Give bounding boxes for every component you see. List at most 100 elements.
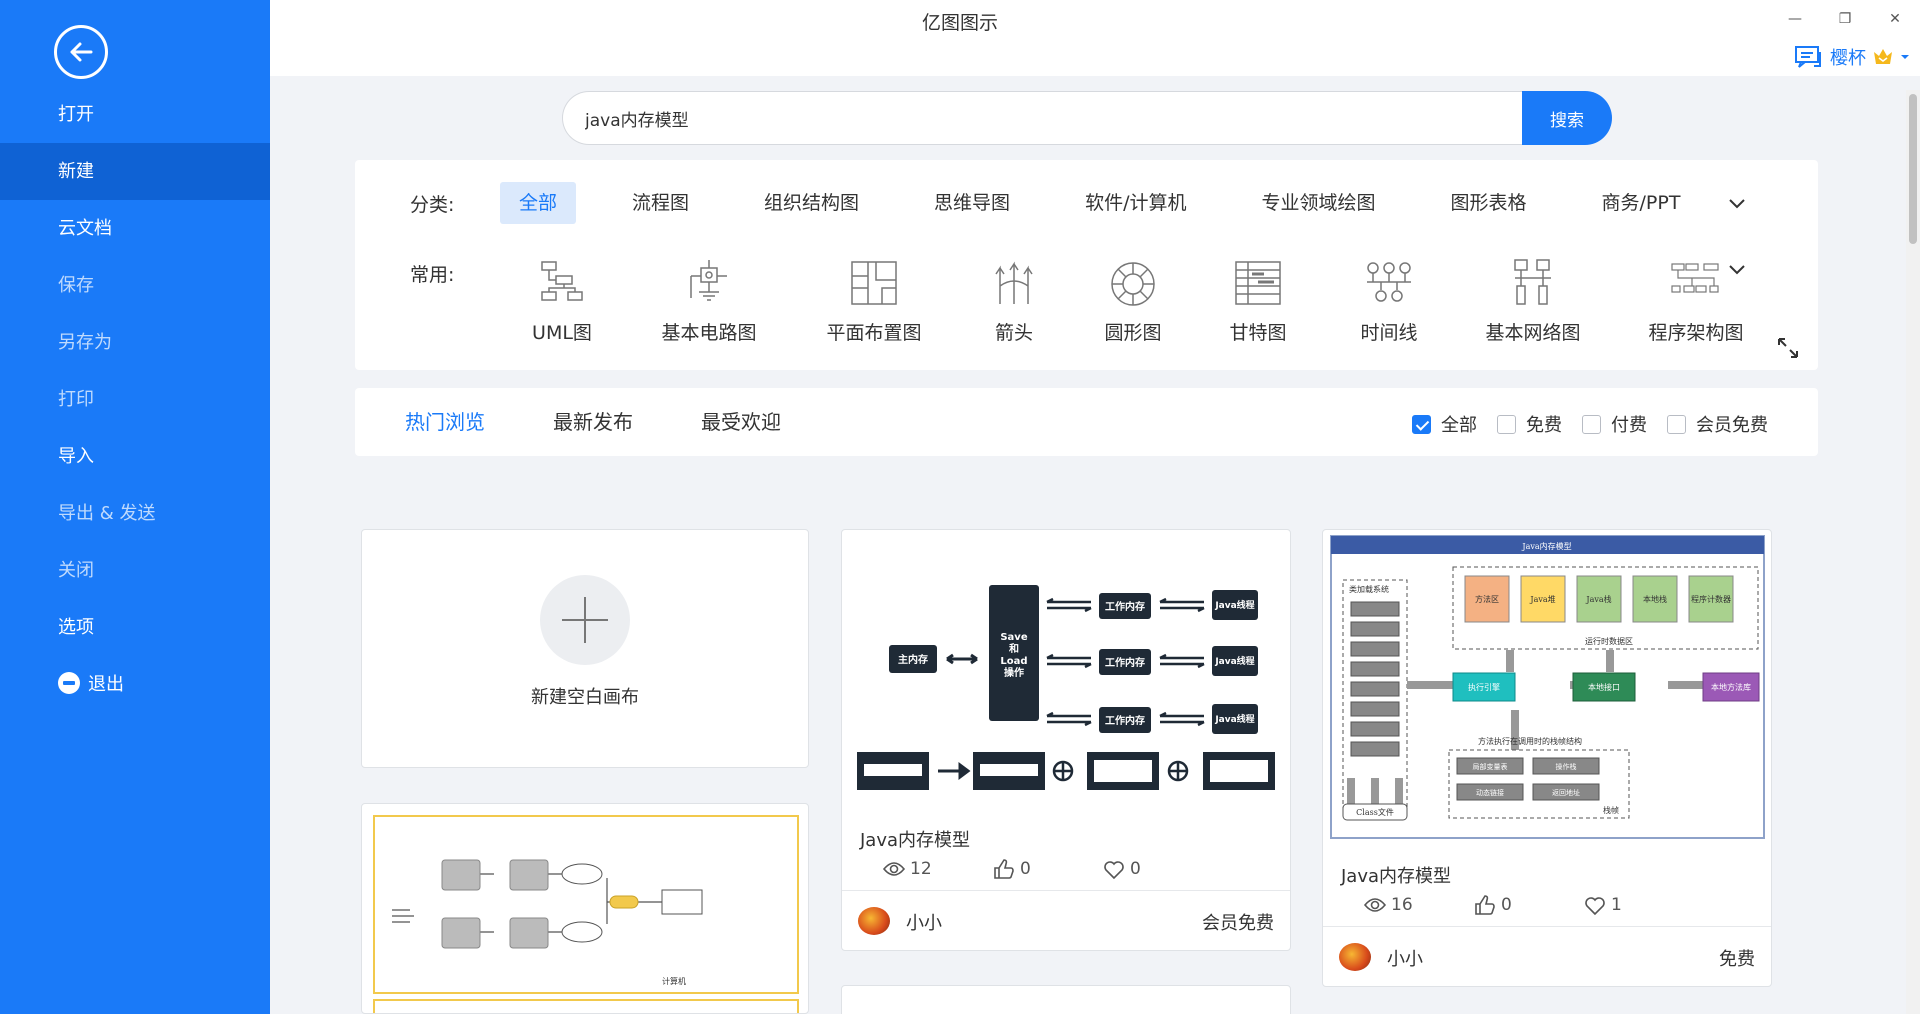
filter-member-free-label: 会员免费	[1696, 415, 1768, 436]
network-icon	[1514, 259, 1551, 305]
sidebar-item-cloud[interactable]: 云文档	[0, 200, 270, 257]
svg-text:运行时数据区: 运行时数据区	[1585, 636, 1633, 646]
category-software[interactable]: 软件/计算机	[1066, 182, 1205, 224]
favorites-stat[interactable]: 0	[1102, 858, 1212, 880]
filter-paid[interactable]: 付费	[1582, 411, 1647, 437]
svg-text:本地接口: 本地接口	[1588, 682, 1620, 692]
likes-count: 0	[1501, 895, 1512, 915]
template-card[interactable]: 主内存 Save 和 Load 操作 工作内存 工作内存 工作内存 Java线程…	[841, 529, 1291, 951]
vertical-scrollbar[interactable]	[1906, 90, 1920, 1014]
category-business[interactable]: 商务/PPT	[1583, 182, 1700, 224]
svg-text:本地方法库: 本地方法库	[1711, 682, 1751, 692]
app-title: 亿图图示	[921, 12, 998, 34]
likes-stat[interactable]: 0	[992, 858, 1102, 880]
thumbs-up-icon	[1475, 895, 1495, 915]
price-label: 会员免费	[1202, 913, 1274, 934]
author-name[interactable]: 小小	[906, 909, 942, 935]
checkbox-all[interactable]	[1412, 414, 1431, 434]
sidebar-item-open[interactable]: 打开	[0, 86, 270, 143]
caret-down-icon[interactable]	[1900, 52, 1910, 62]
common-circle-label: 圆形图	[1104, 322, 1162, 344]
search-button[interactable]: 搜索	[1522, 91, 1612, 145]
svg-text:本地栈: 本地栈	[1643, 594, 1667, 604]
checkbox-member-free[interactable]	[1667, 414, 1686, 434]
sidebar-item-import[interactable]: 导入	[0, 428, 270, 485]
price-label: 免费	[1719, 949, 1755, 970]
new-blank-label: 新建空白画布	[531, 687, 639, 708]
template-card[interactable]: 计算机	[361, 803, 809, 1014]
likes-stat[interactable]: 0	[1473, 894, 1583, 916]
favorites-stat[interactable]: 1	[1583, 894, 1693, 916]
common-arrow[interactable]: 箭头	[954, 258, 1074, 345]
filter-free[interactable]: 免费	[1497, 411, 1562, 437]
author-name[interactable]: 小小	[1387, 945, 1423, 971]
avatar[interactable]	[1339, 943, 1371, 971]
category-mind-map[interactable]: 思维导图	[915, 182, 1029, 224]
user-name[interactable]: 樱杯	[1830, 44, 1866, 70]
category-all[interactable]: 全部	[500, 182, 577, 224]
minimize-button[interactable]: —	[1770, 4, 1820, 34]
sidebar-item-print[interactable]: 打印	[0, 371, 270, 428]
new-blank-canvas-card[interactable]: 新建空白画布	[361, 529, 809, 768]
close-button[interactable]: ✕	[1870, 4, 1920, 34]
timeline-icon	[1367, 262, 1411, 302]
tab-hot[interactable]: 热门浏览	[405, 406, 485, 435]
tab-popular[interactable]: 最受欢迎	[701, 406, 781, 435]
search-input[interactable]	[562, 91, 1522, 145]
template-card[interactable]	[841, 985, 1291, 1014]
checkbox-paid[interactable]	[1582, 414, 1601, 434]
sidebar-item-close[interactable]: 关闭	[0, 542, 270, 599]
common-arrow-label: 箭头	[994, 322, 1033, 344]
svg-text:返回地址: 返回地址	[1552, 788, 1580, 797]
circuit-icon	[690, 260, 727, 301]
common-timeline[interactable]: 时间线	[1324, 258, 1454, 345]
category-flowchart[interactable]: 流程图	[613, 182, 708, 224]
svg-text:工作内存: 工作内存	[1105, 656, 1145, 669]
heart-icon	[1104, 861, 1124, 880]
svg-text:工作内存: 工作内存	[1105, 714, 1145, 727]
filter-member-free[interactable]: 会员免费	[1667, 411, 1768, 437]
template-card[interactable]: Java内存模型 类加载系统 运行时数据区 方法区 Java堆 Java栈 本地…	[1322, 529, 1772, 987]
user-area[interactable]: 樱杯	[1794, 44, 1910, 70]
sidebar-item-exit[interactable]: 退出	[0, 656, 270, 713]
template-title[interactable]: Java内存模型	[1341, 862, 1451, 888]
common-architecture[interactable]: 程序架构图	[1612, 258, 1780, 345]
sidebar-item-new[interactable]: 新建	[0, 143, 270, 200]
common-floorplan[interactable]: 平面布置图	[794, 258, 954, 345]
common-circle[interactable]: 圆形图	[1074, 258, 1192, 345]
common-network[interactable]: 基本网络图	[1454, 258, 1612, 345]
svg-text:Save: Save	[1000, 632, 1027, 643]
common-circuit[interactable]: 基本电路图	[624, 258, 794, 345]
category-table[interactable]: 图形表格	[1431, 182, 1545, 224]
sidebar-item-save[interactable]: 保存	[0, 257, 270, 314]
common-floorplan-label: 平面布置图	[826, 322, 922, 344]
common-uml[interactable]: UML图	[500, 258, 624, 345]
eye-icon	[1363, 898, 1387, 912]
chevron-down-icon[interactable]	[1728, 260, 1746, 278]
svg-text:方法执行在调用时的栈帧结构: 方法执行在调用时的栈帧结构	[1478, 736, 1582, 746]
heart-icon	[1585, 897, 1605, 916]
avatar[interactable]	[858, 907, 890, 935]
expand-icon[interactable]	[1776, 336, 1800, 360]
filter-all[interactable]: 全部	[1412, 411, 1477, 437]
filter-all-label: 全部	[1441, 415, 1477, 436]
favorites-count: 1	[1611, 895, 1622, 915]
template-title[interactable]: Java内存模型	[860, 826, 970, 852]
restore-button[interactable]: ❐	[1820, 4, 1870, 34]
scrollbar-thumb[interactable]	[1909, 94, 1917, 244]
tab-latest[interactable]: 最新发布	[553, 406, 633, 435]
back-button[interactable]	[54, 25, 108, 79]
sidebar-item-save-as[interactable]: 另存为	[0, 314, 270, 371]
sidebar-item-export[interactable]: 导出 & 发送	[0, 485, 270, 542]
eye-icon	[882, 862, 906, 876]
sidebar-item-options[interactable]: 选项	[0, 599, 270, 656]
category-org-chart[interactable]: 组织结构图	[745, 182, 878, 224]
svg-text:Java线程: Java线程	[1214, 713, 1254, 725]
svg-text:Java线程: Java线程	[1214, 599, 1254, 611]
category-professional[interactable]: 专业领域绘图	[1242, 182, 1394, 224]
message-icon[interactable]	[1794, 44, 1824, 70]
common-gantt[interactable]: 甘特图	[1192, 258, 1324, 345]
chevron-down-icon[interactable]	[1728, 194, 1746, 212]
svg-text:方法区: 方法区	[1475, 594, 1499, 604]
checkbox-free[interactable]	[1497, 414, 1516, 434]
